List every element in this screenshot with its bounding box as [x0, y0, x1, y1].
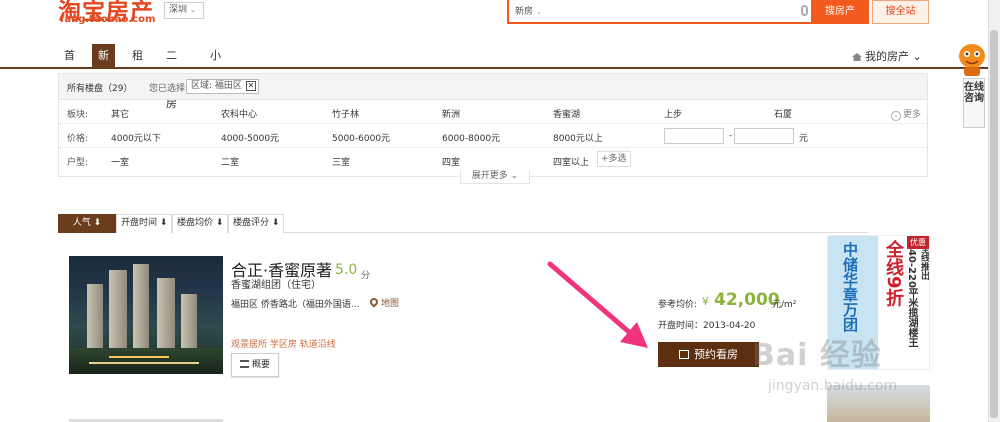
listing-address: 福田区 侨香路北（福田外国语... — [231, 300, 360, 310]
chevron-down-icon: ⌄ — [912, 50, 922, 63]
price-unit: 元 — [799, 134, 809, 144]
nav-divider — [0, 67, 1000, 69]
search-type-select[interactable]: 新房 ⌄ — [515, 4, 542, 17]
all-projects-count[interactable]: 所有楼盘（29） — [67, 81, 132, 94]
sort-tab-avg-price[interactable]: 楼盘均价 ⬇ — [172, 214, 229, 233]
microphone-icon[interactable] — [801, 5, 808, 16]
my-house-menu[interactable]: 我的房产 ⌄ — [852, 48, 922, 64]
home-icon — [852, 53, 862, 61]
price-label: 参考均价: — [658, 300, 698, 310]
range-separator: - — [729, 131, 733, 141]
filter-label: 户型: — [67, 158, 89, 168]
watermark: Bai 经验 — [752, 338, 882, 373]
filter-option[interactable]: 6000-8000元 — [442, 131, 500, 144]
selected-filter-chip[interactable]: 区域: 福田区 ✕ — [186, 79, 259, 94]
filter-option[interactable]: 一室 — [111, 155, 129, 168]
sort-tab-rating[interactable]: 楼盘评分 ⬇ — [228, 214, 285, 233]
online-consult-button[interactable]: 在线咨询 — [963, 78, 985, 128]
watermark-url: jingyan.baidu.com — [768, 378, 898, 394]
promo-line: 中储华章万团 — [841, 242, 859, 332]
nav-item-home[interactable]: 首页 — [58, 44, 81, 86]
city-select[interactable]: 深圳 ⌄ — [164, 2, 204, 19]
filter-row-price: 价格: 4000元以下 4000-5000元 5000-6000元 6000-8… — [59, 124, 927, 148]
promo-line: 140-220平米揽湖楼王 — [906, 242, 917, 348]
filter-option[interactable]: 三室 — [332, 155, 350, 168]
chevron-down-icon: ⌄ — [190, 6, 196, 14]
filter-option[interactable]: 4000-5000元 — [221, 131, 279, 144]
price-symbol: ¥ — [702, 295, 709, 308]
mascot-icon[interactable] — [955, 38, 989, 78]
my-house-label: 我的房产 — [865, 50, 909, 63]
nav-item-community[interactable]: 小区 — [204, 44, 227, 86]
scrollbar-thumb[interactable] — [990, 30, 998, 418]
listing-score-unit: 分 — [361, 271, 371, 281]
chevron-down-icon: ⌄ — [536, 8, 542, 16]
filter-option[interactable]: 4000元以下 — [111, 131, 161, 144]
filter-header: 所有楼盘（29） 您已选择: 区域: 福田区 ✕ — [59, 74, 927, 100]
filter-option[interactable]: 8000元以上 — [553, 131, 603, 144]
selected-label: 您已选择: — [149, 84, 189, 94]
listing-image[interactable] — [69, 256, 223, 374]
map-link[interactable]: 地图 — [368, 296, 400, 309]
promo-line: 全线9折 — [883, 240, 904, 307]
nav-item-rent[interactable]: 租房 — [126, 44, 149, 86]
filter-option[interactable]: 竹子林 — [332, 107, 359, 120]
filter-option[interactable]: 石厦 — [774, 107, 792, 120]
overview-button[interactable]: 概要 — [231, 353, 279, 377]
list-icon — [239, 360, 249, 368]
sort-tab-popularity[interactable]: 人气 ⬇ — [58, 214, 116, 233]
search-type-label: 新房 — [515, 7, 534, 17]
filter-option[interactable]: 新洲 — [442, 107, 460, 120]
logo-url[interactable]: fang.taobao.com — [60, 14, 155, 25]
search-input[interactable] — [557, 2, 797, 20]
calendar-icon — [679, 350, 689, 359]
filter-option[interactable]: 其它 — [111, 107, 129, 120]
book-viewing-label: 预约看房 — [694, 348, 738, 361]
filter-option[interactable]: 四室以上 — [553, 155, 589, 168]
price-min-input[interactable] — [664, 128, 724, 144]
filter-label: 价格: — [67, 134, 89, 144]
multi-select-button[interactable]: +多选 — [597, 151, 631, 167]
filter-option[interactable]: 四室 — [442, 155, 460, 168]
search-button[interactable]: 搜房产 — [811, 0, 869, 24]
book-viewing-button[interactable]: 预约看房 — [658, 342, 759, 367]
open-date: 开盘时间：2013-04-20 — [658, 321, 756, 331]
nav-item-new-house[interactable]: 新房 — [92, 44, 115, 86]
sort-tab-open-date[interactable]: 开盘时间 ⬇ — [116, 214, 173, 233]
city-label: 深圳 — [169, 5, 188, 15]
promo-line: 全线推出 — [919, 244, 929, 280]
overview-label: 概要 — [251, 360, 270, 370]
chip-label: 区域: 福田区 — [191, 81, 242, 91]
more-button[interactable]: ⌄ 更多 — [891, 107, 921, 121]
price-max-input[interactable] — [734, 128, 794, 144]
filter-row-district: 板块: 其它 农科中心 竹子林 新洲 香蜜湖 上步 石厦 ⌄ 更多 — [59, 100, 927, 124]
filter-option[interactable]: 上步 — [664, 107, 682, 120]
more-label: 更多 — [903, 110, 922, 120]
expand-more-button[interactable]: 展开更多 ⌄ — [460, 170, 530, 184]
map-link-label: 地图 — [381, 299, 400, 309]
search-bar: 新房 ⌄ — [507, 0, 813, 24]
listing-subtitle: 香蜜湖组团（住宅） — [231, 280, 321, 291]
map-pin-icon — [368, 296, 380, 308]
price-unit: 元/m² — [772, 300, 797, 310]
search-all-button[interactable]: 搜全站 — [872, 0, 929, 24]
filter-row-layout: 户型: 一室 二室 三室 四室 四室以上 +多选 — [59, 148, 927, 172]
close-icon[interactable]: ✕ — [245, 81, 256, 91]
filter-option[interactable]: 5000-6000元 — [332, 131, 390, 144]
filter-option[interactable]: 香蜜湖 — [553, 107, 580, 120]
filter-option[interactable]: 二室 — [221, 155, 239, 168]
filter-label: 板块: — [67, 110, 89, 120]
pointer-arrow-icon — [547, 261, 648, 348]
chevron-down-icon: ⌄ — [891, 111, 901, 121]
filter-panel: 所有楼盘（29） 您已选择: 区域: 福田区 ✕ 板块: 其它 农科中心 竹子林 … — [58, 73, 928, 177]
nav-item-second-hand[interactable]: 二手房 — [160, 44, 183, 110]
listing-tags: 观景居所 学区房 轨道沿线 — [231, 340, 336, 350]
promo-corner: 优惠 — [907, 236, 929, 249]
listing-score: 5.0 — [335, 262, 358, 278]
price-value: 42,000 — [714, 290, 780, 310]
filter-option[interactable]: 农科中心 — [221, 107, 257, 120]
